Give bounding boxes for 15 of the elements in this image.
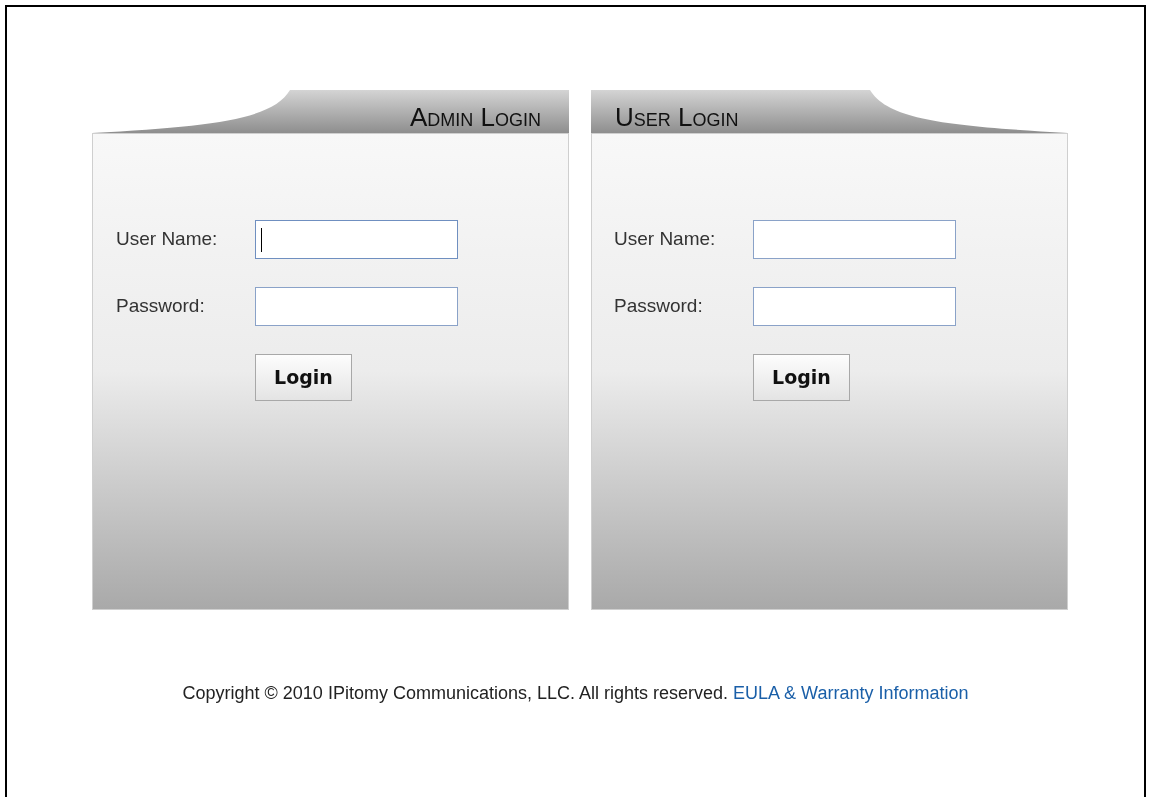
input-field[interactable]: [753, 220, 956, 259]
field-label: Password:: [116, 294, 206, 319]
panel-title: Admin Login: [409, 104, 541, 130]
eula-link[interactable]: EULA & Warranty Information: [733, 680, 969, 707]
field-label: User Name:: [614, 227, 717, 252]
input-field[interactable]: [255, 220, 458, 259]
copyright-text: Copyright © 2010 IPitomy Communications, LLC. All rights reserved.: [182, 682, 729, 705]
field-label: User Name:: [116, 227, 219, 252]
text-cursor-icon: [261, 227, 262, 252]
login-button[interactable]: Login: [255, 354, 352, 401]
input-field[interactable]: [753, 287, 956, 326]
panel-title: User Login: [615, 104, 739, 130]
login-button[interactable]: Login: [753, 354, 850, 401]
input-field[interactable]: [255, 287, 458, 326]
field-label: Password:: [614, 294, 704, 319]
